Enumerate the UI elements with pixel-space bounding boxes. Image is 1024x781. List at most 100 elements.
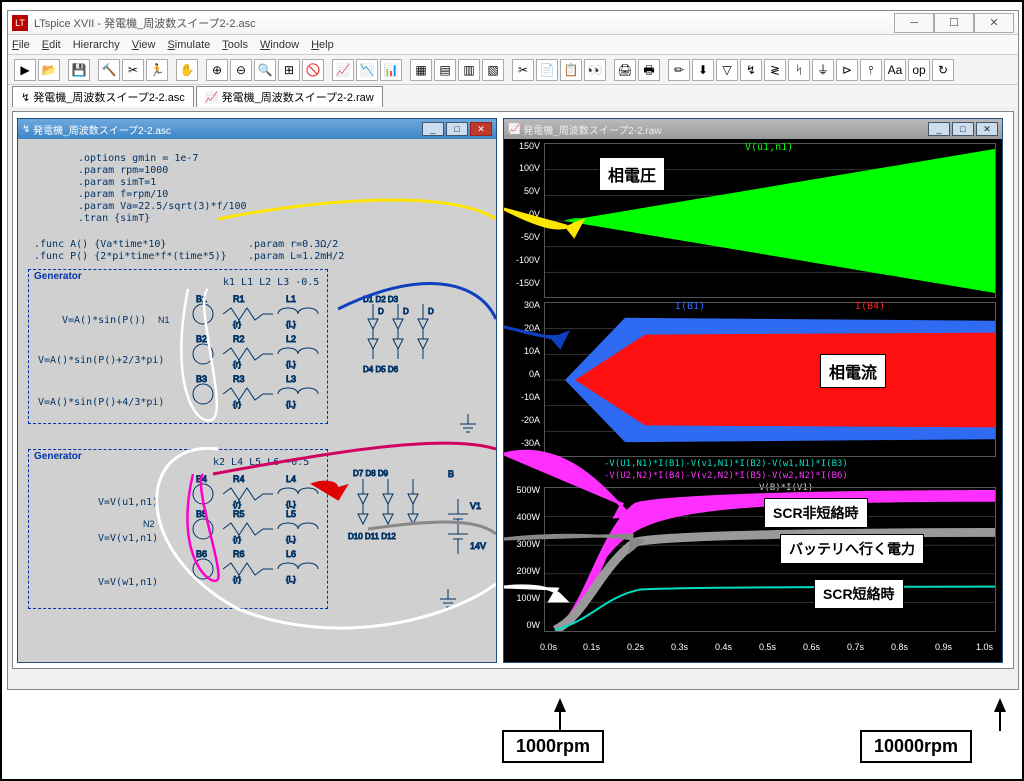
svg-text:D: D (403, 307, 409, 316)
svg-text:R6: R6 (233, 549, 245, 559)
open-icon[interactable]: 📂 (38, 59, 60, 81)
minimize-button[interactable]: ─ (894, 13, 934, 33)
plot2-icon[interactable]: 📉 (356, 59, 378, 81)
svg-text:L4: L4 (286, 474, 296, 484)
close-button[interactable]: ✕ (974, 13, 1014, 33)
menu-view[interactable]: View (132, 39, 156, 51)
cut-icon[interactable]: ✂ (122, 59, 144, 81)
b3-eq[interactable]: V=A()*sin(P()+4/3*pi) (38, 397, 164, 409)
b2-eq[interactable]: V=A()*sin(P()+2/3*pi) (38, 355, 164, 367)
tile1-icon[interactable]: ▦ (410, 59, 432, 81)
zoomfit-icon[interactable]: 🔍 (254, 59, 276, 81)
cap-icon[interactable]: ≷ (764, 59, 786, 81)
svg-text:B: B (448, 469, 454, 479)
titlebar: LT LTspice XVII - 発電機_周波数スイープ2-2.asc ─ ☐… (8, 11, 1018, 35)
svg-text:R5: R5 (233, 509, 245, 519)
func-directives[interactable]: .func A() {Va*time*10} .func P() {2*pi*t… (34, 239, 227, 263)
zoomin-icon[interactable]: ⊕ (206, 59, 228, 81)
menu-window[interactable]: Window (260, 39, 299, 51)
svg-text:L6: L6 (286, 549, 296, 559)
ytick: 200W (504, 566, 540, 576)
trace-label-p2[interactable]: -V(U2,N2)*I(B4)-V(v2,N2)*I(B5)-V(w2,N2)*… (604, 471, 848, 481)
param-rl[interactable]: .param r=0.3Ω/2 .param L=1.2mH/2 (248, 239, 344, 263)
paste-icon[interactable]: 📋 (560, 59, 582, 81)
svg-text:{L}: {L} (286, 575, 296, 584)
svg-text:R4: R4 (233, 474, 245, 484)
b4-eq[interactable]: V=V(u1,n1) (98, 497, 158, 509)
generator1-label: Generator (34, 271, 82, 282)
copy-icon[interactable]: 📄 (536, 59, 558, 81)
sub-max-icon[interactable]: □ (446, 122, 468, 136)
menu-hierarchy[interactable]: Hierarchy (73, 39, 120, 51)
svg-text:{r}: {r} (233, 575, 241, 584)
xtick: 0.9s (935, 642, 952, 652)
ytick: 300W (504, 539, 540, 549)
annot-battery-power: バッテリへ行く電力 (780, 534, 924, 564)
run-icon[interactable]: ▶ (14, 59, 36, 81)
sub2-close-icon[interactable]: ✕ (976, 122, 998, 136)
trace-label-ib1[interactable]: I(B1) (675, 301, 705, 312)
sub2-max-icon[interactable]: □ (952, 122, 974, 136)
wire-icon[interactable]: ✏ (668, 59, 690, 81)
schematic-window: ↯ 発電機_周波数スイープ2-2.asc _ □ ✕ .options gmin… (17, 118, 497, 663)
plot-pane-2[interactable]: I(B1) I(B4) (544, 302, 996, 457)
rotate-icon[interactable]: ↻ (932, 59, 954, 81)
zoomarea-icon[interactable]: ⊞ (278, 59, 300, 81)
hammer-icon[interactable]: 🔨 (98, 59, 120, 81)
svg-text:D1 D2 D3: D1 D2 D3 (363, 295, 399, 304)
plot-area[interactable]: V(u1,n1) I(B1) I(B4) (504, 139, 1002, 662)
trace-label-ib4[interactable]: I(B4) (855, 301, 885, 312)
svg-text:14V: 14V (470, 541, 486, 551)
ytick: -10A (504, 392, 540, 402)
menu-simulate[interactable]: Simulate (167, 39, 210, 51)
ground2-icon[interactable]: ⏚ (812, 59, 834, 81)
plot1-icon[interactable]: 📈 (332, 59, 354, 81)
find-icon[interactable]: 👀 (584, 59, 606, 81)
svg-text:R3: R3 (233, 374, 245, 384)
tile3-icon[interactable]: ▥ (458, 59, 480, 81)
text-icon[interactable]: Aa (884, 59, 906, 81)
run2-icon[interactable]: 🏃 (146, 59, 168, 81)
trace-label-vu1n1[interactable]: V(u1,n1) (745, 142, 793, 153)
schematic-canvas[interactable]: .options gmin = 1e-7 .param rpm=1000 .pa… (18, 139, 496, 662)
waveform-titlebar[interactable]: 📈 発電機_周波数スイープ2-2.raw _ □ ✕ (504, 119, 1002, 139)
sub-min-icon[interactable]: _ (422, 122, 444, 136)
source-icon[interactable]: ⫯ (860, 59, 882, 81)
b5-eq[interactable]: V=V(v1,n1) (98, 533, 158, 545)
print-icon[interactable]: 🖨 (614, 59, 636, 81)
trace-label-p1[interactable]: -V(U1,N1)*I(B1)-V(v1,N1)*I(B2)-V(w1,N1)*… (604, 459, 848, 469)
delnet-icon[interactable]: 🚫 (302, 59, 324, 81)
menu-help[interactable]: Help (311, 39, 334, 51)
b6-eq[interactable]: V=V(w1,n1) (98, 577, 158, 589)
annot-scr-open: SCR非短絡時 (764, 498, 868, 528)
schematic-symbols: B1 R1 L1 B2 R2 L2 B3 R3 L3 {r}{L} {r}{L}… (178, 294, 488, 614)
tile4-icon[interactable]: ▧ (482, 59, 504, 81)
b1-eq[interactable]: V=A()*sin(P()) (62, 315, 146, 327)
menu-edit[interactable]: Edit (42, 39, 61, 51)
menu-file[interactable]: File (12, 39, 30, 51)
tile2-icon[interactable]: ▤ (434, 59, 456, 81)
spice-icon[interactable]: op (908, 59, 930, 81)
tab-waveform[interactable]: 📈 発電機_周波数スイープ2-2.raw (196, 86, 383, 107)
ground-icon[interactable]: ⬇ (692, 59, 714, 81)
plot3-icon[interactable]: 📊 (380, 59, 402, 81)
svg-text:L1: L1 (286, 294, 296, 304)
cut2-icon[interactable]: ✂ (512, 59, 534, 81)
resistor-icon[interactable]: ↯ (740, 59, 762, 81)
zoomout-icon[interactable]: ⊖ (230, 59, 252, 81)
inductor-icon[interactable]: ᛋ (788, 59, 810, 81)
maximize-button[interactable]: ☐ (934, 13, 974, 33)
tab-schematic[interactable]: ↯ 発電機_周波数スイープ2-2.asc (12, 86, 194, 107)
menu-tools[interactable]: Tools (222, 39, 248, 51)
spice-directives[interactable]: .options gmin = 1e-7 .param rpm=1000 .pa… (78, 153, 247, 225)
pan-icon[interactable]: ✋ (176, 59, 198, 81)
sub-close-icon[interactable]: ✕ (470, 122, 492, 136)
sub2-min-icon[interactable]: _ (928, 122, 950, 136)
save-icon[interactable]: 💾 (68, 59, 90, 81)
plot2-svg (545, 303, 995, 456)
diode-icon[interactable]: ⊳ (836, 59, 858, 81)
label-icon[interactable]: ▽ (716, 59, 738, 81)
svg-text:{r}: {r} (233, 320, 241, 329)
schematic-titlebar[interactable]: ↯ 発電機_周波数スイープ2-2.asc _ □ ✕ (18, 119, 496, 139)
print2-icon[interactable]: 🖶 (638, 59, 660, 81)
